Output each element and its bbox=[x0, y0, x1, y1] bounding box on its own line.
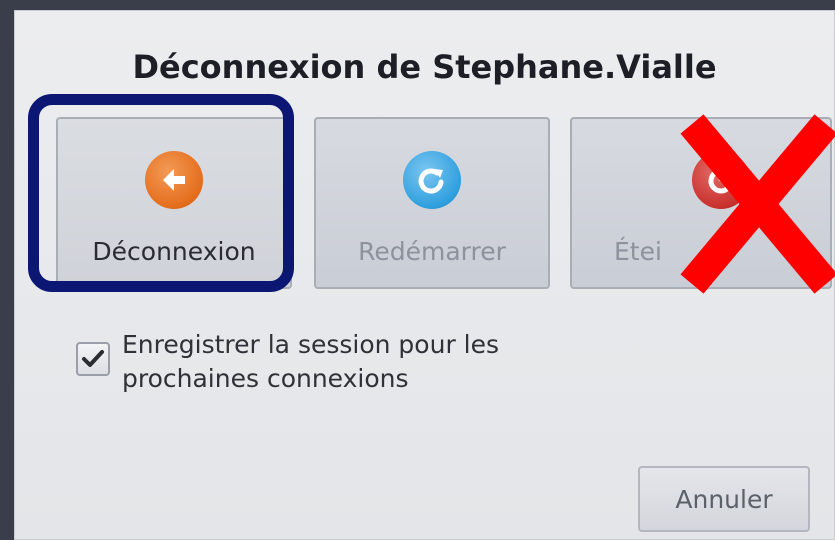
logout-label: Déconnexion bbox=[92, 237, 256, 266]
logout-button[interactable]: Déconnexion bbox=[56, 117, 292, 289]
checkmark-icon bbox=[82, 350, 104, 367]
save-session-option[interactable]: Enregistrer la session pour les prochain… bbox=[76, 328, 642, 396]
shutdown-button[interactable]: Étei bbox=[570, 117, 832, 289]
dialog-title: Déconnexion de Stephane.Vialle bbox=[132, 48, 717, 86]
save-session-checkbox[interactable] bbox=[76, 342, 110, 376]
cancel-button[interactable]: Annuler bbox=[638, 466, 810, 532]
save-session-label-line1: Enregistrer la session pour les bbox=[122, 330, 500, 359]
save-session-label-line2: prochaines connexions bbox=[122, 364, 409, 393]
arrow-left-icon bbox=[145, 151, 203, 209]
restart-icon bbox=[403, 151, 461, 209]
save-session-label: Enregistrer la session pour les prochain… bbox=[122, 328, 642, 396]
restart-label: Redémarrer bbox=[358, 237, 506, 266]
shutdown-label: Étei bbox=[614, 237, 662, 266]
restart-button[interactable]: Redémarrer bbox=[314, 117, 550, 289]
power-icon bbox=[692, 151, 750, 209]
logout-dialog: Déconnexion de Stephane.Vialle Déconnexi… bbox=[14, 10, 835, 540]
